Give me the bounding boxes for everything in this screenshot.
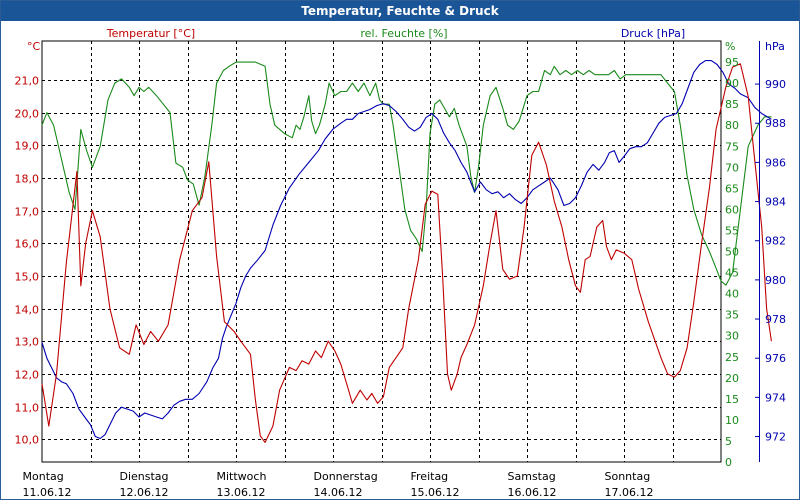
humidity-tick-label: 85 [725,98,739,111]
temperature-unit: °C [27,40,41,53]
temperature-tick-label: 13,0 [15,336,40,349]
temperature-tick-label: 12,0 [15,369,40,382]
day-label: Dienstag [120,470,169,483]
pressure-tick-label: 988 [765,117,786,130]
pressure-tick-label: 974 [765,391,786,404]
humidity-line [41,61,772,286]
temperature-tick-label: 15,0 [15,271,40,284]
pressure-tick-label: 976 [765,352,786,365]
chart-window: Temperatur, Feuchte & Druck 10,0 11,0 12,0… [0,0,800,500]
temperature-tick-label: 20,0 [15,108,40,121]
temperature-tick-label: 18,0 [15,173,40,186]
pressure-tick-label: 972 [765,431,786,444]
humidity-tick-label: 10 [725,414,739,427]
date-label: 16.06.12 [508,486,557,499]
temperature-tick-label: 19,0 [15,140,40,153]
day-label: Mittwoch [217,470,267,483]
temperature-tick-label: 14,0 [15,304,40,317]
chart: 10,0 11,0 12,0 13,0 14,0 15,0 16,0 17,0 18,0 19,0… [15,27,787,499]
date-label: 17.06.12 [605,486,654,499]
humidity-tick-label: 65 [725,182,739,195]
pressure-tick-label: 990 [765,78,786,91]
pressure-tick-label: 978 [765,313,786,326]
date-label: 11.06.12 [23,486,72,499]
date-label: 12.06.12 [120,486,169,499]
temperature-tick-label: 10,0 [15,434,40,447]
temperature-tick-label: 11,0 [15,402,40,415]
humidity-tick-label: 5 [725,435,732,448]
humidity-tick-label: 20 [725,372,739,385]
pressure-tick-label: 984 [765,196,786,209]
humidity-unit: % [725,40,735,53]
humidity-tick-label: 70 [725,161,739,174]
temperature-tick-label: 17,0 [15,206,40,219]
humidity-tick-label: 55 [725,224,739,237]
humidity-tick-label: 0 [725,456,732,469]
humidity-tick-label: 60 [725,203,739,216]
humidity-tick-label: 50 [725,246,739,259]
humidity-tick-label: 75 [725,140,739,153]
humidity-tick-label: 30 [725,330,739,343]
humidity-tick-label: 45 [725,267,739,280]
humidity-axis-title: rel. Feuchte [%] [360,27,447,40]
pressure-tick-label: 980 [765,274,786,287]
pressure-tick-label: 982 [765,235,786,248]
humidity-tick-label: 80 [725,119,739,132]
day-label: Montag [23,470,64,483]
humidity-tick-label: 25 [725,351,739,364]
axes [755,41,760,462]
day-label: Sonntag [605,470,651,483]
day-label: Samstag [508,470,556,483]
humidity-tick-label: 95 [725,56,739,69]
humidity-tick-label: 40 [725,288,739,301]
pressure-unit: hPa [765,40,785,53]
date-label: 13.06.12 [217,486,266,499]
day-label: Freitag [411,470,449,483]
tick-labels: 10,0 11,0 12,0 13,0 14,0 15,0 16,0 17,0 18,0 19,0… [15,27,787,499]
temperature-axis-title: Temperatur [°C] [106,27,195,40]
pressure-line [41,60,772,440]
date-label: 15.06.12 [411,486,460,499]
series-lines [41,60,772,443]
date-label: 14.06.12 [314,486,363,499]
humidity-tick-label: 15 [725,393,739,406]
humidity-tick-label: 35 [725,309,739,322]
temperature-tick-label: 16,0 [15,238,40,251]
pressure-axis-title: Druck [hPa] [621,27,685,40]
pressure-tick-label: 986 [765,156,786,169]
humidity-tick-label: 90 [725,77,739,90]
temperature-tick-label: 21,0 [15,75,40,88]
day-label: Donnerstag [314,470,378,483]
